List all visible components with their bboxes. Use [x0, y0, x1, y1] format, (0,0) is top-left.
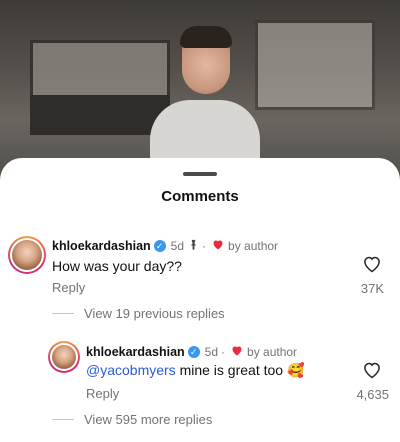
avatar-photo [52, 345, 76, 369]
comment-meta: khloekardashian ✓ 5d · by author [52, 238, 279, 253]
avatar[interactable] [8, 236, 46, 274]
view-more-replies[interactable]: View 595 more replies [52, 412, 212, 427]
comment-text: @yacobmyers mine is great too 🥰 [86, 362, 305, 378]
username[interactable]: khloekardashian [86, 345, 185, 359]
verified-badge-icon: ✓ [187, 345, 200, 358]
timestamp: 5d [170, 238, 185, 253]
verified-badge-icon: ✓ [153, 239, 166, 252]
avatar[interactable] [48, 341, 80, 373]
like-count: 37K [360, 281, 384, 296]
view-previous-replies[interactable]: View 19 previous replies [52, 306, 225, 321]
replies-divider-line [52, 419, 74, 420]
liked-by-author: by author [247, 344, 298, 359]
like-heart-icon[interactable] [362, 254, 382, 274]
liked-by-author: by author [228, 238, 279, 253]
replies-divider-line [52, 313, 74, 314]
reply-button[interactable]: Reply [52, 280, 85, 295]
heart-icon [212, 238, 224, 253]
sheet-grabber[interactable] [183, 172, 217, 176]
avatar-photo [12, 240, 42, 270]
mention-link[interactable]: @yacobmyers [86, 362, 176, 378]
pin-icon [188, 239, 199, 253]
comment-text: How was your day?? [52, 258, 182, 274]
background-window-right [255, 20, 375, 110]
sheet-title: Comments [161, 188, 239, 205]
comments-sheet: Comments khloekardashian ✓ 5d · by autho… [0, 158, 400, 442]
reply-button[interactable]: Reply [86, 386, 119, 401]
username[interactable]: khloekardashian [52, 239, 151, 253]
timestamp: 5d [204, 344, 219, 359]
like-heart-icon[interactable] [362, 360, 382, 380]
like-count: 4,635 [356, 387, 389, 402]
background-shelf [30, 95, 170, 135]
comment-meta: khloekardashian ✓ 5d · by author [86, 344, 298, 359]
heart-icon [231, 344, 243, 359]
